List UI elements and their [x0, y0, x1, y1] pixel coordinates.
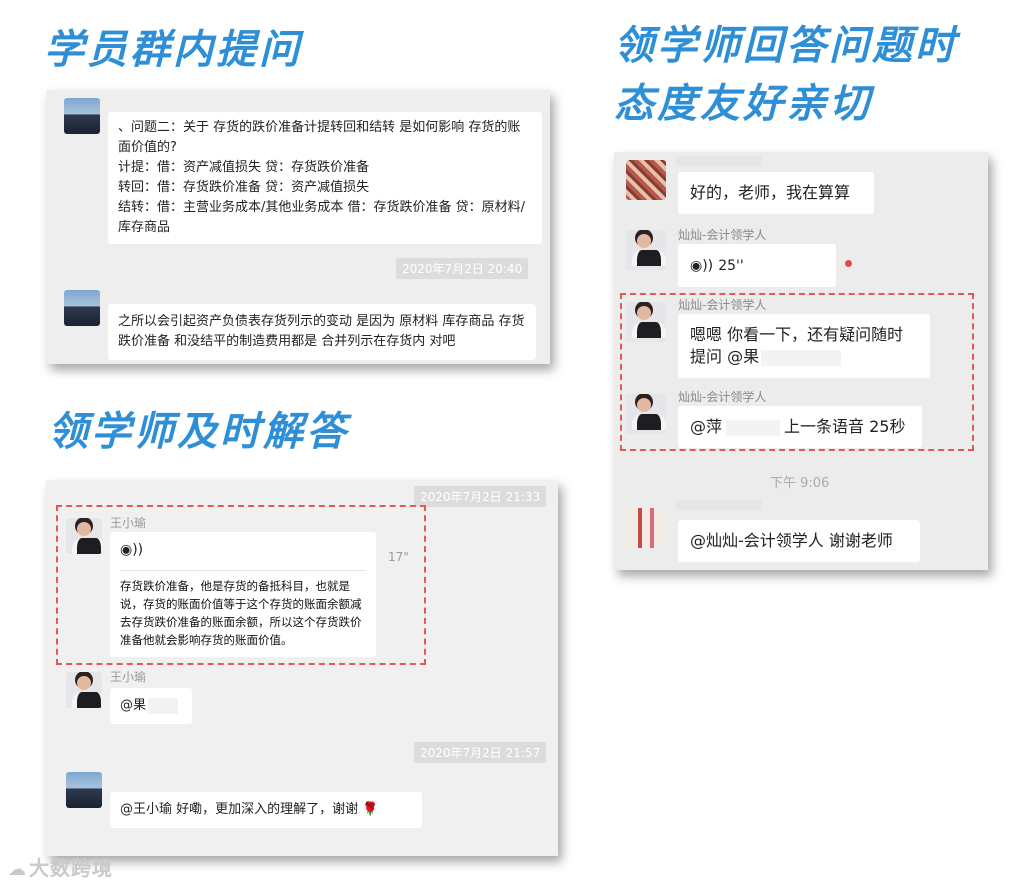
- watermark: ☁ 大数跨境: [8, 852, 113, 881]
- reply-text: @王小瑜 好嘞，更加深入的理解了，谢谢: [120, 802, 359, 817]
- avatar[interactable]: [626, 160, 666, 200]
- avatar[interactable]: [626, 508, 666, 548]
- chat-panel-question: 、问题二：关于 存货的跌价准备计提转回和结转 是如何影响 存货的账面价值的? 计…: [46, 90, 550, 364]
- highlight-box: [56, 505, 426, 665]
- logo-icon: ☁: [8, 859, 27, 880]
- question-line: 转回：借：存货跌价准备 贷：资产减值损失: [118, 180, 370, 195]
- heading-teacher-friendly-1: 领学师回答问题时: [614, 23, 958, 69]
- sender-name: 王小瑜: [110, 670, 147, 684]
- voice-message-bubble[interactable]: ◉)) 25'': [678, 244, 836, 287]
- timestamp: 2020年7月2日 21:57: [414, 742, 547, 763]
- watermark-text: 大数跨境: [29, 856, 113, 880]
- mention-bubble: @果: [110, 688, 192, 724]
- question-line: 结转：借：主营业务成本/其他业务成本 借：存货跌价准备 贷：原材料/库存商品: [118, 200, 526, 235]
- question-line: 计提：借：资产减值损失 贷：存货跌价准备: [118, 160, 370, 175]
- avatar[interactable]: [626, 230, 666, 270]
- timestamp: 下午 9:06: [770, 476, 830, 491]
- timestamp: 2020年7月2日 20:40: [396, 258, 529, 279]
- question-line: 、问题二：关于 存货的跌价准备计提转回和结转 是如何影响 存货的账面价值的?: [118, 120, 521, 155]
- reply-bubble: @王小瑜 好嘞，更加深入的理解了，谢谢 🌹: [110, 792, 422, 828]
- voice-icon: ◉)): [690, 258, 714, 274]
- mention-text: @果: [120, 698, 147, 713]
- followup-bubble: 之所以会引起资产负债表存货列示的变动 是因为 原材料 库存商品 存货跌价准备 和…: [108, 304, 536, 360]
- avatar[interactable]: [66, 672, 102, 708]
- voice-length: 25'': [718, 258, 744, 274]
- avatar[interactable]: [66, 772, 102, 808]
- rose-icon: 🌹: [362, 802, 379, 817]
- question-bubble: 、问题二：关于 存货的跌价准备计提转回和结转 是如何影响 存货的账面价值的? 计…: [108, 112, 542, 244]
- unread-dot: [845, 260, 852, 267]
- heading-teacher-timely-answer: 领学师及时解答: [48, 409, 349, 455]
- sender-name: 灿灿-会计领学人: [678, 228, 767, 242]
- heading-teacher-friendly-2: 态度友好亲切: [614, 81, 872, 127]
- timestamp: 2020年7月2日 21:33: [414, 486, 547, 507]
- message-bubble: @灿灿-会计领学人 谢谢老师: [678, 520, 920, 562]
- highlight-box: [620, 293, 974, 451]
- avatar[interactable]: [64, 290, 100, 326]
- avatar[interactable]: [64, 98, 100, 134]
- heading-student-question: 学员群内提问: [44, 27, 302, 73]
- message-bubble: 好的，老师，我在算算: [678, 172, 874, 214]
